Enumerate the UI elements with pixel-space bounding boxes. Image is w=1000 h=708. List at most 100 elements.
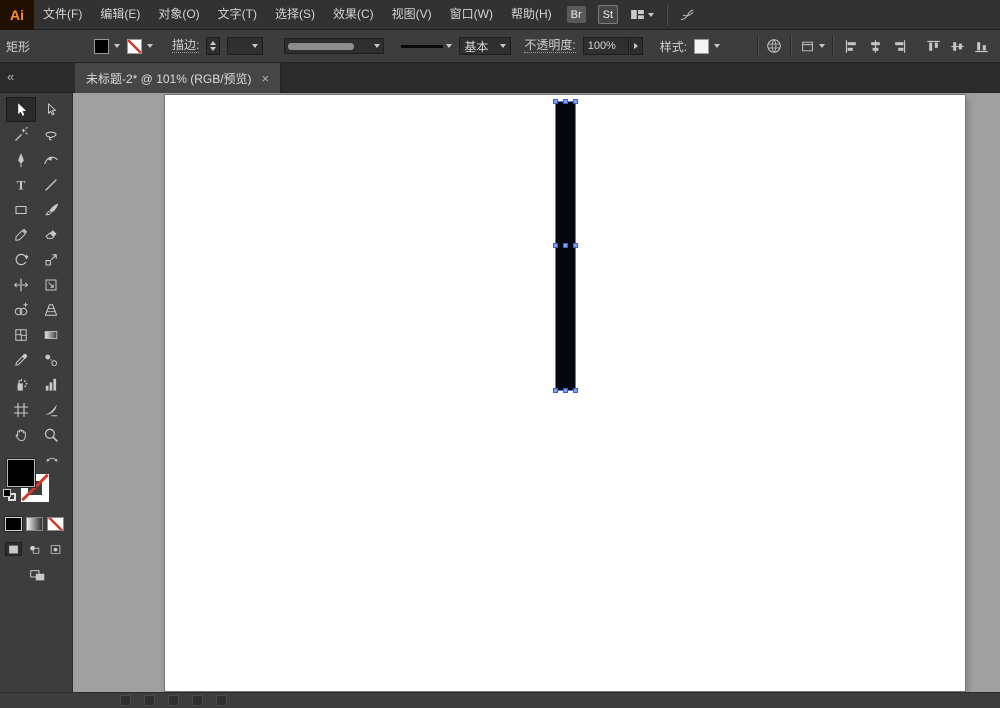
selection-handle-right[interactable]: [573, 243, 578, 248]
document-title: 未标题-2* @ 101% (RGB/预览): [86, 71, 252, 86]
menu-item-2[interactable]: 编辑(E): [91, 0, 149, 29]
selected-rectangle[interactable]: [553, 99, 578, 393]
chevron-down-icon: [648, 12, 655, 17]
tool-direct-selection[interactable]: [36, 97, 66, 122]
swap-fill-stroke-icon[interactable]: [44, 455, 60, 469]
stroke-weight-combo[interactable]: [227, 37, 264, 55]
screen-mode-button[interactable]: [24, 566, 50, 584]
opacity-combo[interactable]: 100%: [582, 37, 629, 55]
selection-handle-top-left[interactable]: [553, 99, 558, 104]
none-mode-button[interactable]: [47, 517, 64, 531]
stroke-weight-label[interactable]: 描边:: [172, 39, 200, 53]
close-tab-icon[interactable]: ×: [262, 72, 270, 85]
tool-curvature[interactable]: [36, 147, 66, 172]
tool-artboard[interactable]: [6, 397, 36, 422]
status-control-4[interactable]: [192, 695, 203, 706]
tool-line-segment[interactable]: [36, 172, 66, 197]
transform-control[interactable]: [798, 37, 825, 55]
workspace-layout-icon: [630, 7, 645, 22]
workspace-switcher[interactable]: [630, 7, 655, 22]
stock-button[interactable]: St: [597, 5, 619, 24]
selection-handle-top-right[interactable]: [573, 99, 578, 104]
tool-lasso[interactable]: [36, 122, 66, 147]
tool-scale[interactable]: [36, 247, 66, 272]
selection-handle-bottom-left[interactable]: [553, 388, 558, 393]
tool-rectangle[interactable]: [6, 197, 36, 222]
tool-zoom[interactable]: [36, 422, 66, 447]
tool-slice[interactable]: [36, 397, 66, 422]
width-profile-dropdown[interactable]: [284, 38, 385, 54]
artboard-navigation: [120, 695, 227, 706]
selection-handle-top[interactable]: [562, 99, 568, 104]
artboard[interactable]: [165, 95, 965, 691]
menu-item-8[interactable]: 窗口(W): [441, 0, 502, 29]
tool-pencil[interactable]: [6, 222, 36, 247]
tool-free-transform[interactable]: [36, 272, 66, 297]
canvas[interactable]: [73, 93, 1000, 692]
tool-magic-wand[interactable]: [6, 122, 36, 147]
tool-mesh[interactable]: [6, 322, 36, 347]
selection-handle-bottom[interactable]: [562, 388, 568, 393]
status-control-3[interactable]: [168, 695, 179, 706]
stroke-weight-stepper[interactable]: [206, 37, 221, 55]
brush-stroke-dropdown[interactable]: [401, 44, 453, 48]
tool-selection[interactable]: [6, 97, 36, 122]
draw-inside-button[interactable]: [47, 542, 64, 556]
tool-type[interactable]: T: [6, 172, 36, 197]
tool-paintbrush[interactable]: [36, 197, 66, 222]
selected-object-label: 矩形: [6, 39, 31, 54]
horizontal-align-left-button[interactable]: [840, 36, 862, 56]
status-control-5[interactable]: [216, 695, 227, 706]
tool-eraser[interactable]: [36, 222, 66, 247]
horizontal-align-right-button[interactable]: [888, 36, 910, 56]
color-mode-button[interactable]: [5, 517, 22, 531]
style-dropdown[interactable]: [694, 38, 721, 54]
status-control-2[interactable]: [144, 695, 155, 706]
illustrator-logo[interactable]: Ai: [0, 0, 34, 30]
menu-item-1[interactable]: 文件(F): [34, 0, 91, 29]
status-control-1[interactable]: [120, 695, 131, 706]
tool-pen[interactable]: [6, 147, 36, 172]
fill-color-control[interactable]: [94, 38, 121, 54]
brush-definition-dropdown[interactable]: 基本: [459, 37, 512, 55]
chevron-down-icon: [714, 44, 721, 48]
menu-item-6[interactable]: 效果(C): [324, 0, 383, 29]
stroke-color-control[interactable]: [127, 38, 154, 54]
vertical-align-center-button[interactable]: [946, 36, 968, 56]
tool-eyedropper[interactable]: [6, 347, 36, 372]
draw-normal-button[interactable]: [5, 542, 22, 556]
selection-center-point[interactable]: [562, 243, 568, 248]
tool-rotate[interactable]: [6, 247, 36, 272]
horizontal-align-center-button[interactable]: [864, 36, 886, 56]
vertical-align-top-button[interactable]: [922, 36, 944, 56]
tool-width[interactable]: [6, 272, 36, 297]
gradient-mode-button[interactable]: [26, 517, 43, 531]
opacity-dropdown-button[interactable]: [629, 37, 643, 55]
menu-item-9[interactable]: 帮助(H): [502, 0, 561, 29]
selection-handle-bottom-right[interactable]: [573, 388, 578, 393]
tool-shape-builder[interactable]: [6, 297, 36, 322]
menu-item-7[interactable]: 视图(V): [383, 0, 441, 29]
share-icon[interactable]: [679, 7, 695, 23]
collapse-panel-button[interactable]: «: [7, 63, 14, 91]
chevron-down-icon: [147, 44, 154, 48]
style-label: 样式:: [659, 39, 688, 54]
default-colors-icon[interactable]: [3, 489, 19, 503]
selection-handle-left[interactable]: [553, 243, 558, 248]
draw-behind-button[interactable]: [26, 542, 43, 556]
menu-item-4[interactable]: 文字(T): [209, 0, 266, 29]
tool-gradient[interactable]: [36, 322, 66, 347]
tool-blend[interactable]: [36, 347, 66, 372]
menu-item-3[interactable]: 对象(O): [149, 0, 208, 29]
bridge-button[interactable]: Br: [566, 6, 586, 23]
vertical-align-bottom-button[interactable]: [970, 36, 992, 56]
tool-symbol-sprayer[interactable]: [6, 372, 36, 397]
recolor-artwork-icon[interactable]: [765, 37, 783, 55]
menu-item-5[interactable]: 选择(S): [266, 0, 324, 29]
tool-hand[interactable]: [6, 422, 36, 447]
document-tab[interactable]: 未标题-2* @ 101% (RGB/预览) ×: [75, 63, 282, 93]
opacity-label[interactable]: 不透明度:: [524, 39, 576, 53]
tool-column-graph[interactable]: [36, 372, 66, 397]
tool-perspective-grid[interactable]: [36, 297, 66, 322]
fill-color-proxy[interactable]: [7, 459, 35, 487]
